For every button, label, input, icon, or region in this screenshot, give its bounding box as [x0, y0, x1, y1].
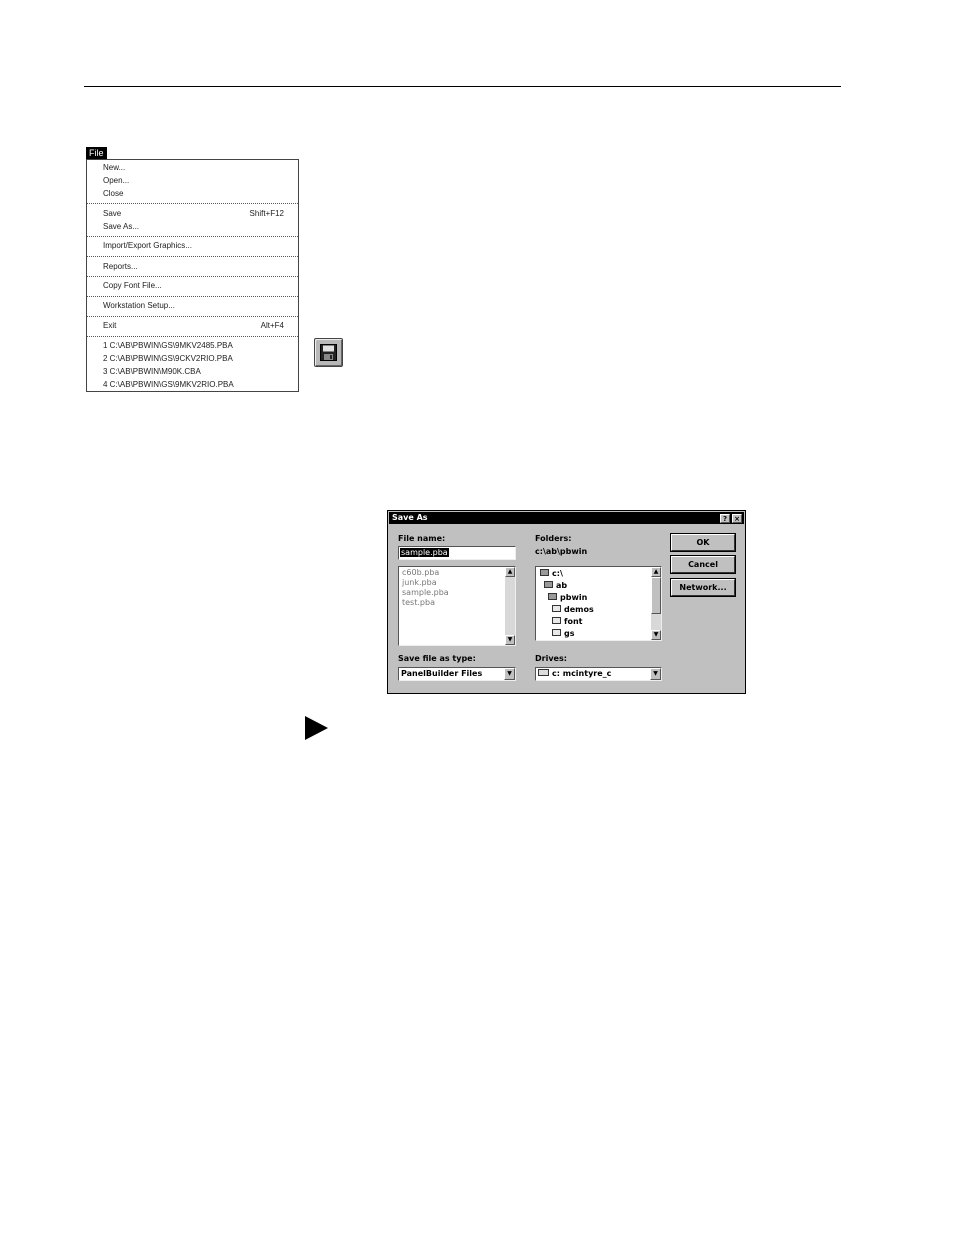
- menu-item-import-export[interactable]: Import/Export Graphics...: [103, 240, 284, 252]
- folders-label: Folders:: [535, 534, 572, 543]
- file-list-scrollbar[interactable]: ▲ ▼: [505, 567, 515, 645]
- menu-item-save[interactable]: Save Shift+F12: [103, 208, 284, 220]
- list-item[interactable]: test.pba: [399, 598, 515, 608]
- folder-item[interactable]: pbwin: [548, 593, 587, 603]
- list-item[interactable]: junk.pba: [399, 578, 515, 588]
- menu-separator: [87, 256, 298, 257]
- folder-item[interactable]: font: [552, 617, 583, 627]
- menu-separator: [87, 296, 298, 297]
- recent-file-4[interactable]: 4 C:\AB\PBWIN\GS\9MKV2RIO.PBA: [103, 379, 284, 391]
- scroll-thumb[interactable]: [651, 577, 661, 614]
- save-type-label: Save file as type:: [398, 654, 476, 663]
- save-shortcut: Shift+F12: [249, 209, 284, 218]
- recent-file-2[interactable]: 2 C:\AB\PBWIN\GS\9CKV2RIO.PBA: [103, 353, 284, 365]
- scroll-down-icon[interactable]: ▼: [651, 630, 661, 640]
- folder-tree-scrollbar[interactable]: ▲ ▼: [651, 567, 661, 640]
- menu-item-open[interactable]: Open...: [103, 175, 284, 187]
- menu-item-new[interactable]: New...: [103, 162, 284, 174]
- folder-item[interactable]: demos: [552, 605, 594, 615]
- menu-item-close[interactable]: Close: [103, 188, 284, 200]
- network-button[interactable]: Network...: [670, 578, 736, 597]
- menu-separator: [87, 276, 298, 277]
- scroll-up-icon[interactable]: ▲: [505, 567, 515, 577]
- floppy-disk-icon: [320, 344, 337, 361]
- folder-icon: [552, 617, 561, 624]
- folder-item[interactable]: ab: [544, 581, 567, 591]
- menu-item-reports[interactable]: Reports...: [103, 261, 284, 273]
- header-rule: [84, 86, 841, 87]
- menu-item-workstation-setup[interactable]: Workstation Setup...: [103, 300, 284, 312]
- folder-item[interactable]: gs: [552, 629, 575, 639]
- file-list[interactable]: c60b.pba junk.pba sample.pba test.pba ▲ …: [398, 566, 516, 646]
- file-menu: New... Open... Close Save Shift+F12 Save …: [86, 159, 299, 392]
- menu-item-exit[interactable]: Exit Alt+F4: [103, 320, 284, 332]
- chevron-down-icon[interactable]: ▼: [650, 668, 661, 680]
- file-name-input[interactable]: sample.pba: [398, 546, 516, 560]
- file-name-label: File name:: [398, 534, 446, 543]
- current-path: c:\ab\pbwin: [535, 547, 588, 556]
- drive-icon: [538, 669, 549, 676]
- dialog-title-bar[interactable]: Save As ? ×: [389, 512, 744, 524]
- list-item[interactable]: sample.pba: [399, 588, 515, 598]
- save-as-dialog: Save As ? × File name: sample.pba c60b.p…: [387, 510, 746, 694]
- open-folder-icon: [548, 593, 557, 600]
- scroll-up-icon[interactable]: ▲: [651, 567, 661, 577]
- folder-icon: [552, 629, 561, 636]
- folder-tree[interactable]: c:\ ab pbwin demos font gs ▲ ▼: [535, 566, 662, 641]
- chevron-down-icon[interactable]: ▼: [504, 668, 515, 680]
- menu-separator: [87, 336, 298, 337]
- menu-separator: [87, 316, 298, 317]
- save-type-value: PanelBuilder Files: [401, 669, 483, 678]
- list-item[interactable]: c60b.pba: [399, 568, 515, 578]
- save-toolbar-button[interactable]: [314, 338, 343, 367]
- right-triangle-arrow-icon: [305, 716, 328, 740]
- ok-button[interactable]: OK: [670, 533, 736, 552]
- recent-file-3[interactable]: 3 C:\AB\PBWIN\M90K.CBA: [103, 366, 284, 378]
- exit-shortcut: Alt+F4: [260, 321, 284, 330]
- drives-select[interactable]: c: mcintyre_c ▼: [535, 667, 662, 681]
- menu-item-save-as[interactable]: Save As...: [103, 221, 284, 233]
- close-button[interactable]: ×: [732, 514, 742, 523]
- help-button[interactable]: ?: [720, 514, 730, 523]
- cancel-button[interactable]: Cancel: [670, 555, 736, 574]
- recent-file-1[interactable]: 1 C:\AB\PBWIN\GS\9MKV2485.PBA: [103, 340, 284, 352]
- save-type-select[interactable]: PanelBuilder Files ▼: [398, 667, 516, 681]
- menu-item-copy-font[interactable]: Copy Font File...: [103, 280, 284, 292]
- drive-value: c: mcintyre_c: [552, 669, 612, 678]
- file-name-value: sample.pba: [400, 548, 449, 557]
- menu-separator: [87, 236, 298, 237]
- drives-label: Drives:: [535, 654, 567, 663]
- folder-item[interactable]: c:\: [540, 569, 563, 579]
- scroll-down-icon[interactable]: ▼: [505, 635, 515, 645]
- menu-separator: [87, 203, 298, 204]
- folder-icon: [552, 605, 561, 612]
- open-folder-icon: [544, 581, 553, 588]
- open-folder-icon: [540, 569, 549, 576]
